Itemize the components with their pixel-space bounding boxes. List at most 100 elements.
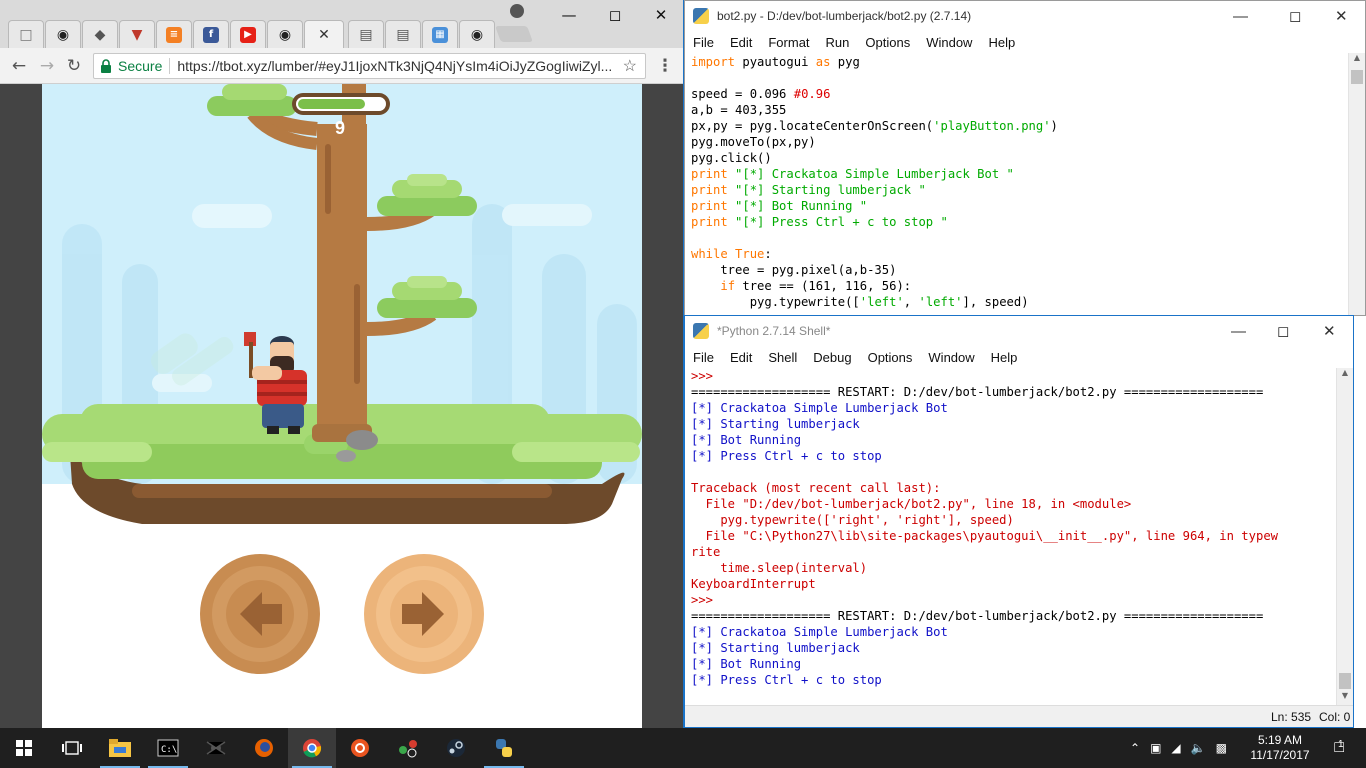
shell-menu-shell[interactable]: Shell (760, 350, 805, 365)
code-token: 'playButton.png' (933, 119, 1051, 133)
maximize-button[interactable]: ◻ (1289, 7, 1301, 25)
close-button[interactable]: ✕ (638, 0, 683, 30)
python-taskbar-button[interactable] (480, 728, 528, 768)
shell-line: [*] Bot Running (691, 432, 1278, 448)
minimize-button[interactable]: — (1233, 8, 1248, 25)
lumberjack-game[interactable]: 9 (42, 84, 642, 728)
new-tab-button[interactable] (495, 26, 533, 42)
browser-tab-8[interactable]: ✕ (304, 20, 344, 48)
browser-tab-9[interactable]: ▤ (348, 20, 384, 48)
start-button[interactable] (0, 728, 48, 768)
browser-tab-12[interactable]: ◉ (459, 20, 495, 48)
wifi-icon[interactable]: ◢ (1171, 741, 1180, 755)
firefox-icon (255, 739, 273, 757)
maximize-button[interactable]: ◻ (1277, 322, 1289, 340)
notification-center-button[interactable]: □ 1 (1324, 728, 1354, 768)
code-token: [*] Starting lumberjack (691, 417, 860, 431)
bookmark-star-icon[interactable]: ☆ (615, 56, 645, 76)
reload-button[interactable]: ↻ (63, 56, 85, 76)
code-token: a,b = 403,355 (691, 103, 787, 117)
cmd-taskbar-button[interactable]: C:\ (144, 728, 192, 768)
shell-scrollbar[interactable]: ▲ ▼ (1336, 368, 1353, 707)
close-button[interactable]: ✕ (1323, 322, 1336, 340)
code-token: =================== RESTART: D:/dev/bot-… (691, 385, 1264, 399)
browser-tab-4[interactable]: ≡ (156, 20, 192, 48)
ubuntu-taskbar-button[interactable] (336, 728, 384, 768)
firefox-taskbar-button[interactable] (240, 728, 288, 768)
editor-menu-run[interactable]: Run (818, 35, 858, 50)
code-token: print (691, 167, 728, 181)
editor-menu-window[interactable]: Window (918, 35, 980, 50)
user-icon[interactable] (510, 4, 524, 18)
minimize-button[interactable]: — (1231, 323, 1246, 340)
editor-line: import pyautogui as pyg (691, 54, 1058, 70)
network-icon[interactable]: ▣ (1150, 741, 1161, 755)
menu-kebab-icon[interactable]: ⋮ (654, 56, 676, 76)
bird-icon: ▼ (131, 26, 143, 43)
browser-tab-3[interactable]: ▼ (119, 20, 155, 48)
editor-menu-file[interactable]: File (685, 35, 722, 50)
editor-line: a,b = 403,355 (691, 102, 1058, 118)
shell-line: >>> (691, 368, 1278, 384)
editor-menu-format[interactable]: Format (760, 35, 817, 50)
code-token: "[*] Press Ctrl + c to stop " (735, 215, 948, 229)
chrome-icon (303, 739, 322, 758)
shell-menu-help[interactable]: Help (983, 350, 1026, 365)
right-chop-button[interactable] (364, 554, 484, 674)
forward-button[interactable]: → (36, 56, 58, 76)
editor-line: pyg.moveTo(px,py) (691, 134, 1058, 150)
code-token: >>> (691, 593, 714, 607)
shell-menu-window[interactable]: Window (920, 350, 982, 365)
code-token: 'left' (859, 295, 904, 309)
language-icon[interactable]: ▩ (1216, 741, 1227, 755)
shell-line: >>> (691, 592, 1278, 608)
close-button[interactable]: ✕ (1335, 7, 1348, 25)
omnibox[interactable]: Secure https://tbot.xyz/lumber/#eyJ1Ijox… (93, 53, 646, 79)
clock[interactable]: 5:19 AM 11/17/2017 (1248, 728, 1312, 768)
back-button[interactable]: ← (8, 56, 30, 76)
share-taskbar-button[interactable] (384, 728, 432, 768)
browser-tab-2[interactable]: ◆ (82, 20, 118, 48)
shell-line: rite (691, 544, 1278, 560)
chevron-up-icon[interactable]: ⌃ (1130, 741, 1140, 755)
left-chop-button[interactable] (200, 554, 320, 674)
spider-taskbar-button[interactable] (192, 728, 240, 768)
shell-menu-edit[interactable]: Edit (722, 350, 760, 365)
shell-output-area[interactable]: >>> =================== RESTART: D:/dev/b… (691, 368, 1278, 688)
editor-menu-edit[interactable]: Edit (722, 35, 760, 50)
editor-scrollbar[interactable]: ▲ (1348, 53, 1365, 315)
code-token: px,py = pyg.locateCenterOnScreen( (691, 119, 934, 133)
browser-tab-10[interactable]: ▤ (385, 20, 421, 48)
python-shell-window: *Python 2.7.14 Shell* — ◻ ✕ File Edit Shel… (684, 315, 1354, 728)
tab-strip: □ ◉ ◆ ▼ ≡ f ▶ ◉ ✕ ▤ ▤ ▦ ◉ — ◻ ✕ (0, 0, 683, 48)
secure-indicator[interactable]: Secure (94, 58, 162, 74)
maximize-button[interactable]: ◻ (592, 0, 638, 30)
file-explorer-button[interactable] (96, 728, 144, 768)
browser-tab-1[interactable]: ◉ (45, 20, 81, 48)
code-token: time.sleep(interval) (691, 561, 868, 575)
chrome-taskbar-button[interactable] (288, 728, 336, 768)
steam-taskbar-button[interactable] (432, 728, 480, 768)
steam-icon (447, 739, 465, 757)
volume-icon[interactable]: 🔈 (1191, 741, 1206, 755)
shell-menu-file[interactable]: File (685, 350, 722, 365)
editor-menu-options[interactable]: Options (857, 35, 918, 50)
browser-tab-11[interactable]: ▦ (422, 20, 458, 48)
browser-tab-0[interactable]: □ (8, 20, 44, 48)
browser-tab-7[interactable]: ◉ (267, 20, 303, 48)
url-text[interactable]: https://tbot.xyz/lumber/#eyJ1IjoxNTk3NjQ… (177, 58, 614, 74)
minimize-button[interactable]: — (546, 0, 592, 30)
browser-tab-6[interactable]: ▶ (230, 20, 266, 48)
clock-time: 5:19 AM (1257, 733, 1303, 747)
shell-menu-debug[interactable]: Debug (805, 350, 859, 365)
browser-tab-5[interactable]: f (193, 20, 229, 48)
shell-menu-options[interactable]: Options (860, 350, 921, 365)
task-view-button[interactable] (48, 728, 96, 768)
editor-menu-help[interactable]: Help (980, 35, 1023, 50)
shell-line: KeyboardInterrupt (691, 576, 1278, 592)
status-col: Col: 0 (1319, 710, 1351, 724)
editor-code-area[interactable]: import pyautogui as pyg speed = 0.096 #0.… (691, 54, 1058, 310)
